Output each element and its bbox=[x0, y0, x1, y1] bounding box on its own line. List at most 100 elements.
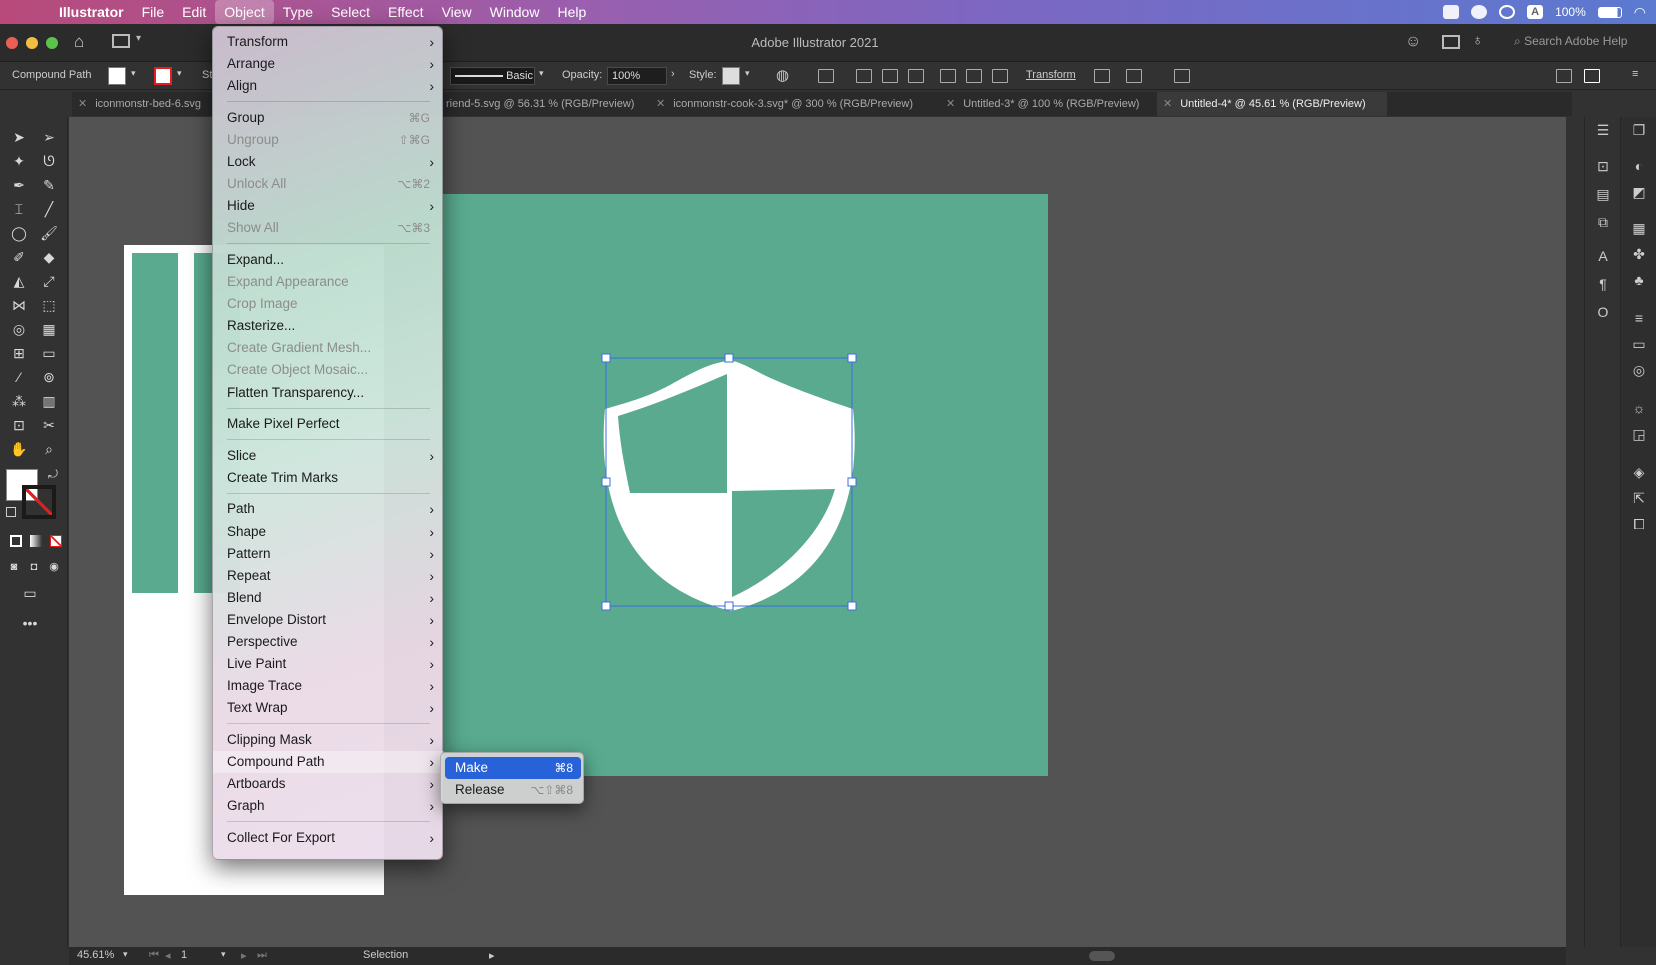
battery-icon[interactable] bbox=[1597, 6, 1622, 18]
close-tab-icon[interactable]: ✕ bbox=[1163, 98, 1172, 110]
symbol-sprayer-tool-icon[interactable]: ⁂ bbox=[9, 391, 29, 411]
object-menu-item-align[interactable]: Align › bbox=[213, 75, 444, 97]
align-bottom-icon[interactable] bbox=[992, 69, 1008, 83]
object-menu-item-create-trim-marks[interactable]: Create Trim Marks bbox=[213, 467, 444, 489]
eraser-tool-icon[interactable]: ◆ bbox=[39, 247, 59, 267]
menu-app-illustrator[interactable]: Illustrator bbox=[50, 0, 133, 24]
swatches-panel-icon[interactable]: ▦ bbox=[1630, 219, 1648, 237]
input-source-icon[interactable]: A bbox=[1527, 5, 1544, 19]
column-graph-tool-icon[interactable]: ▥ bbox=[39, 391, 59, 411]
color-mode-icon[interactable] bbox=[10, 535, 22, 547]
perspective-grid-tool-icon[interactable]: ▦ bbox=[39, 319, 59, 339]
paragraph-panel-icon[interactable]: ¶ bbox=[1594, 275, 1612, 293]
opacity-expand-chevron-icon[interactable]: › bbox=[671, 68, 675, 80]
artboard-tool-icon[interactable]: ⊡ bbox=[9, 415, 29, 435]
isolate-object-icon[interactable] bbox=[1094, 69, 1110, 83]
play-icon[interactable] bbox=[1499, 5, 1516, 19]
artboards-panel-icon[interactable]: ⧠ bbox=[1630, 515, 1648, 533]
libraries-icon[interactable]: ❐ bbox=[1630, 121, 1648, 139]
align-horizontal-center-icon[interactable] bbox=[882, 69, 898, 83]
menu-help[interactable]: Help bbox=[548, 0, 595, 24]
blend-tool-icon[interactable]: ⊚ bbox=[39, 367, 59, 387]
opacity-field[interactable]: 100% bbox=[607, 67, 667, 85]
pathfinder-panel-icon[interactable]: ⧉ bbox=[1594, 213, 1612, 231]
magic-wand-tool-icon[interactable]: ✦ bbox=[9, 151, 29, 171]
none-mode-icon[interactable] bbox=[50, 535, 62, 547]
hand-tool-icon[interactable]: ✋ bbox=[9, 439, 29, 459]
brushes-panel-icon[interactable]: ✤ bbox=[1630, 245, 1648, 263]
color-panel-icon[interactable]: ◐ bbox=[1630, 157, 1648, 175]
align-panel-icon[interactable]: ▤ bbox=[1594, 185, 1612, 203]
gradient-mode-icon[interactable] bbox=[30, 535, 42, 547]
character-panel-icon[interactable]: A bbox=[1594, 247, 1612, 265]
brush-dropdown-chevron-icon[interactable]: ▾ bbox=[539, 68, 544, 79]
appearance-panel-icon[interactable]: ☼ bbox=[1630, 399, 1648, 417]
object-menu-item-envelope-distort[interactable]: Envelope Distort › bbox=[213, 609, 444, 631]
fill-swatch[interactable] bbox=[108, 67, 126, 85]
opentype-panel-icon[interactable]: O bbox=[1594, 303, 1612, 321]
recolor-artwork-icon[interactable]: ◍ bbox=[776, 66, 789, 84]
mesh-tool-icon[interactable]: ⊞ bbox=[9, 343, 29, 363]
properties-panel-icon[interactable] bbox=[1584, 69, 1600, 83]
reflect-tool-icon[interactable]: ◭ bbox=[9, 271, 29, 291]
layers-panel-icon[interactable]: ◈ bbox=[1630, 463, 1648, 481]
slice-tool-icon[interactable]: ✂ bbox=[39, 415, 59, 435]
green-stripe-shape[interactable] bbox=[132, 253, 178, 593]
type-tool-icon[interactable]: ⌶ bbox=[9, 199, 29, 219]
next-artboard-icon[interactable]: ▸ bbox=[241, 949, 247, 962]
object-menu-item-slice[interactable]: Slice › bbox=[213, 445, 444, 467]
lasso-tool-icon[interactable]: ᘎ bbox=[39, 151, 59, 171]
swap-fill-stroke-icon[interactable]: ⤾ bbox=[48, 467, 58, 482]
zoom-level-field[interactable]: 45.61% bbox=[77, 949, 114, 961]
menu-file[interactable]: File bbox=[133, 0, 174, 24]
object-menu-item-rasterize[interactable]: Rasterize... bbox=[213, 315, 444, 337]
chat-notification-icon[interactable] bbox=[1471, 5, 1488, 19]
object-menu-item-transform[interactable]: Transform › bbox=[213, 31, 444, 53]
menu-type[interactable]: Type bbox=[274, 0, 322, 24]
last-artboard-icon[interactable]: ⏭ bbox=[257, 949, 267, 962]
scale-tool-icon[interactable]: ⤢ bbox=[39, 271, 59, 291]
object-menu-item-arrange[interactable]: Arrange › bbox=[213, 53, 444, 75]
puppet-warp-icon[interactable] bbox=[1126, 69, 1142, 83]
object-menu-item-clipping-mask[interactable]: Clipping Mask › bbox=[213, 729, 444, 751]
gradient-panel-icon[interactable]: ▭ bbox=[1630, 335, 1648, 353]
transform-panel-icon[interactable]: ⊡ bbox=[1594, 157, 1612, 175]
object-menu-item-shape[interactable]: Shape › bbox=[213, 521, 444, 543]
width-tool-icon[interactable]: ⋈ bbox=[9, 295, 29, 315]
object-menu-item-artboards[interactable]: Artboards › bbox=[213, 773, 444, 795]
object-menu-item-collect-for-export[interactable]: Collect For Export › bbox=[213, 827, 444, 849]
object-menu-item-image-trace[interactable]: Image Trace › bbox=[213, 675, 444, 697]
line-tool-icon[interactable]: ╱ bbox=[39, 199, 59, 219]
ellipse-tool-icon[interactable]: ◯ bbox=[9, 223, 29, 243]
paintbrush-tool-icon[interactable]: 🖌 bbox=[39, 223, 59, 243]
object-menu-item-blend[interactable]: Blend › bbox=[213, 587, 444, 609]
artboard-number-field[interactable]: 1 bbox=[181, 949, 187, 961]
horizontal-scrollbar-thumb[interactable] bbox=[1089, 951, 1115, 961]
draw-inside-icon[interactable]: ◉ bbox=[44, 557, 64, 577]
arrange-documents-icon[interactable] bbox=[1442, 35, 1460, 49]
release-compound-path-item[interactable]: Release ⌥⇧⌘8 bbox=[445, 779, 581, 801]
close-tab-icon[interactable]: ✕ bbox=[78, 98, 87, 110]
object-menu-item-path[interactable]: Path › bbox=[213, 498, 444, 520]
stroke-panel-icon[interactable]: ≡ bbox=[1630, 309, 1648, 327]
object-menu-item-flatten-transparency[interactable]: Flatten Transparency... bbox=[213, 382, 444, 404]
transparency-panel-icon[interactable]: ◎ bbox=[1630, 361, 1648, 379]
zoom-dropdown-chevron-icon[interactable]: ▾ bbox=[123, 949, 128, 960]
brush-definition-field[interactable]: Basic bbox=[450, 67, 535, 85]
object-menu-item-repeat[interactable]: Repeat › bbox=[213, 565, 444, 587]
object-menu-item-pattern[interactable]: Pattern › bbox=[213, 543, 444, 565]
shield-artwork[interactable] bbox=[442, 194, 1048, 776]
menu-select[interactable]: Select bbox=[322, 0, 379, 24]
curvature-tool-icon[interactable]: ✎ bbox=[39, 175, 59, 195]
tab-document[interactable]: ✕ iconmonstr-cook-3.svg* @ 300 % (RGB/Pre… bbox=[650, 92, 940, 116]
object-menu-item-compound-path[interactable]: Compound Path › bbox=[213, 751, 444, 773]
previous-artboard-icon[interactable]: ◂ bbox=[165, 949, 171, 962]
tab-document-active[interactable]: ✕ Untitled-4* @ 45.61 % (RGB/Preview) bbox=[1157, 92, 1387, 116]
object-menu-item-live-paint[interactable]: Live Paint › bbox=[213, 653, 444, 675]
stroke-dropdown-chevron-icon[interactable]: ▾ bbox=[177, 68, 182, 79]
zoom-meeting-icon[interactable] bbox=[1443, 5, 1460, 19]
object-menu-item-perspective[interactable]: Perspective › bbox=[213, 631, 444, 653]
menu-view[interactable]: View bbox=[433, 0, 481, 24]
object-menu-item-group[interactable]: Group ⌘G bbox=[213, 107, 444, 129]
pen-tool-icon[interactable]: ✒ bbox=[9, 175, 29, 195]
